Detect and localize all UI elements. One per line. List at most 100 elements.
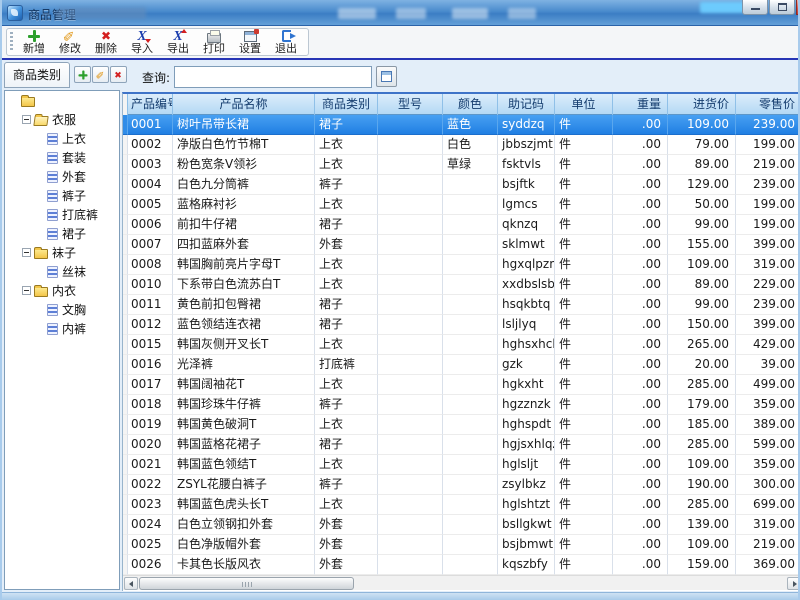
toolbar-button[interactable]: 退出 <box>268 29 304 55</box>
column-header-weight[interactable]: 重量 <box>613 94 668 115</box>
maximize-button[interactable] <box>769 0 795 15</box>
cell-category: 上衣 <box>315 375 378 395</box>
table-row[interactable]: 0012 蓝色领结连衣裙 裙子 lsljlyq 件 .00 150.00 399… <box>123 315 800 335</box>
tree-node[interactable]: 文胸 <box>5 300 119 319</box>
tab-product-categories[interactable]: 商品类别 <box>4 62 70 88</box>
search-input[interactable] <box>174 66 372 88</box>
scroll-left-arrow-icon[interactable] <box>124 577 138 590</box>
tree-node[interactable]: 套装 <box>5 148 119 167</box>
cell-model <box>378 495 443 515</box>
toolbar-button[interactable]: 导入 <box>124 29 160 55</box>
column-header-mnemonic[interactable]: 助记码 <box>498 94 555 115</box>
cell-weight: .00 <box>613 535 668 555</box>
table-row[interactable]: 0021 韩国蓝色领结T 上衣 hglsljt 件 .00 109.00 359… <box>123 455 800 475</box>
toolbar-button[interactable]: 删除 <box>88 29 124 55</box>
table-row[interactable]: 0001 树叶吊带长裙 裙子 蓝色 syddzq 件 .00 109.00 23… <box>123 115 800 135</box>
column-header-product-code[interactable]: 产品编号 <box>128 94 173 115</box>
cell-unit: 件 <box>555 515 613 535</box>
tree-node[interactable]: 裙子 <box>5 224 119 243</box>
cell-retail-price: 239.00 <box>736 295 800 315</box>
cell-purchase-price: 99.00 <box>668 215 736 235</box>
cell-category: 裙子 <box>315 215 378 235</box>
table-row[interactable]: 0026 卡其色长版风衣 外套 kqszbfy 件 .00 159.00 369… <box>123 555 800 575</box>
horizontal-scrollbar[interactable] <box>123 575 800 590</box>
tree-node-label: 内衣 <box>51 282 76 299</box>
cell-weight: .00 <box>613 215 668 235</box>
table-row[interactable]: 0023 韩国蓝色虎头长T 上衣 hglshtzt 件 .00 285.00 6… <box>123 495 800 515</box>
search-button[interactable] <box>376 66 397 87</box>
close-button[interactable] <box>796 0 800 15</box>
table-row[interactable]: 0015 韩国灰侧开叉长T 上衣 hghsxhckczt 件 .00 265.0… <box>123 335 800 355</box>
category-action-button[interactable] <box>74 66 91 83</box>
cell-model <box>378 515 443 535</box>
tree-node[interactable]: 外套 <box>5 167 119 186</box>
tree-node-icon <box>47 228 58 240</box>
tree-node-icon <box>47 171 58 183</box>
table-row[interactable]: 0006 前扣牛仔裙 裙子 qknzq 件 .00 99.00 199.00 <box>123 215 800 235</box>
category-action-button[interactable] <box>110 66 127 83</box>
cell-purchase-price: 150.00 <box>668 315 736 335</box>
table-row[interactable]: 0008 韩国胸前亮片字母T 上衣 hgxqlpzmt 件 .00 109.00… <box>123 255 800 275</box>
table-row[interactable]: 0005 蓝格麻衬衫 上衣 lgmcs 件 .00 50.00 199.00 <box>123 195 800 215</box>
toolbar-button[interactable]: 导出 <box>160 29 196 55</box>
tree-node-icon <box>47 266 58 278</box>
tree-expander-icon[interactable] <box>22 115 31 124</box>
table-row[interactable]: 0025 白色净版帽外套 外套 bsjbmwt 件 .00 109.00 219… <box>123 535 800 555</box>
cell-weight: .00 <box>613 195 668 215</box>
category-action-button[interactable] <box>92 66 109 83</box>
toolbar-button-label: 新增 <box>23 43 45 55</box>
cell-category: 上衣 <box>315 255 378 275</box>
table-row[interactable]: 0017 韩国阔袖花T 上衣 hgkxht 件 .00 285.00 499.0… <box>123 375 800 395</box>
tree-node[interactable]: 内裤 <box>5 319 119 338</box>
tree-node[interactable]: 内衣 <box>5 281 119 300</box>
tree-node[interactable]: 衣服 <box>5 110 119 129</box>
tree-node[interactable]: 袜子 <box>5 243 119 262</box>
toolbar-button[interactable]: 打印 <box>196 29 232 55</box>
table-row[interactable]: 0024 白色立领钢扣外套 外套 bsllgkwt 件 .00 139.00 3… <box>123 515 800 535</box>
toolbar-button[interactable]: 修改 <box>52 29 88 55</box>
table-row[interactable]: 0020 韩国蓝格花裙子 裙子 hgjsxhlqz 件 .00 285.00 5… <box>123 435 800 455</box>
tree-node[interactable]: 上衣 <box>5 129 119 148</box>
table-row[interactable]: 0018 韩国珍珠牛仔裤 裤子 hgzznzk 件 .00 179.00 359… <box>123 395 800 415</box>
cell-color: 草绿 <box>443 155 498 175</box>
scrollbar-thumb[interactable] <box>139 577 354 590</box>
toolbar-button[interactable]: 新增 <box>16 29 52 55</box>
column-header-product-name[interactable]: 产品名称 <box>173 94 315 115</box>
table-row[interactable]: 0022 ZSYL花腰白裤子 裤子 zsylbkz 件 .00 190.00 3… <box>123 475 800 495</box>
tree-node[interactable]: 丝袜 <box>5 262 119 281</box>
tree-node-label: 丝袜 <box>61 263 86 280</box>
toolbar-grip[interactable] <box>10 32 13 52</box>
cell-mnemonic: hghspdt <box>498 415 555 435</box>
table-row[interactable]: 0011 黄色前扣包臀裙 裙子 hsqkbtq 件 .00 99.00 239.… <box>123 295 800 315</box>
toolbar-button[interactable]: 设置 <box>232 29 268 55</box>
tree-node-icon <box>33 116 48 126</box>
column-header-retail-price[interactable]: 零售价 <box>736 94 800 115</box>
column-header-model[interactable]: 型号 <box>378 94 443 115</box>
cell-purchase-price: 190.00 <box>668 475 736 495</box>
table-row[interactable]: 0016 光泽裤 打底裤 gzk 件 .00 20.00 39.00 <box>123 355 800 375</box>
cell-weight: .00 <box>613 135 668 155</box>
table-row[interactable]: 0003 粉色宽条V领衫 上衣 草绿 fsktvls 件 .00 89.00 2… <box>123 155 800 175</box>
cell-weight: .00 <box>613 515 668 535</box>
column-header-unit[interactable]: 单位 <box>555 94 613 115</box>
cell-purchase-price: 109.00 <box>668 535 736 555</box>
toolbar-button-label: 删除 <box>95 43 117 55</box>
cell-category: 裤子 <box>315 475 378 495</box>
table-row[interactable]: 0010 下系带白色流苏白T 上衣 xxdbslsbt 件 .00 89.00 … <box>123 275 800 295</box>
cell-retail-price: 300.00 <box>736 475 800 495</box>
table-row[interactable]: 0007 四扣蓝麻外套 外套 sklmwt 件 .00 155.00 399.0… <box>123 235 800 255</box>
column-header-category[interactable]: 商品类别 <box>315 94 378 115</box>
tree-expander-icon[interactable] <box>22 248 31 257</box>
column-header-purchase-price[interactable]: 进货价 <box>668 94 736 115</box>
tree-expander-icon[interactable] <box>22 286 31 295</box>
maximize-icon <box>778 3 787 11</box>
table-row[interactable]: 0002 净版白色竹节棉T 上衣 白色 jbbszjmt 件 .00 79.00… <box>123 135 800 155</box>
minimize-button[interactable] <box>742 0 768 15</box>
table-row[interactable]: 0004 白色九分筒裤 裤子 bsjftk 件 .00 129.00 239.0… <box>123 175 800 195</box>
tree-node[interactable]: 裤子 <box>5 186 119 205</box>
scroll-right-arrow-icon[interactable] <box>787 577 800 590</box>
table-row[interactable]: 0019 韩国黄色破洞T 上衣 hghspdt 件 .00 185.00 389… <box>123 415 800 435</box>
tree-node[interactable]: 打底裤 <box>5 205 119 224</box>
column-header-color[interactable]: 颜色 <box>443 94 498 115</box>
tree-node[interactable] <box>5 91 119 110</box>
